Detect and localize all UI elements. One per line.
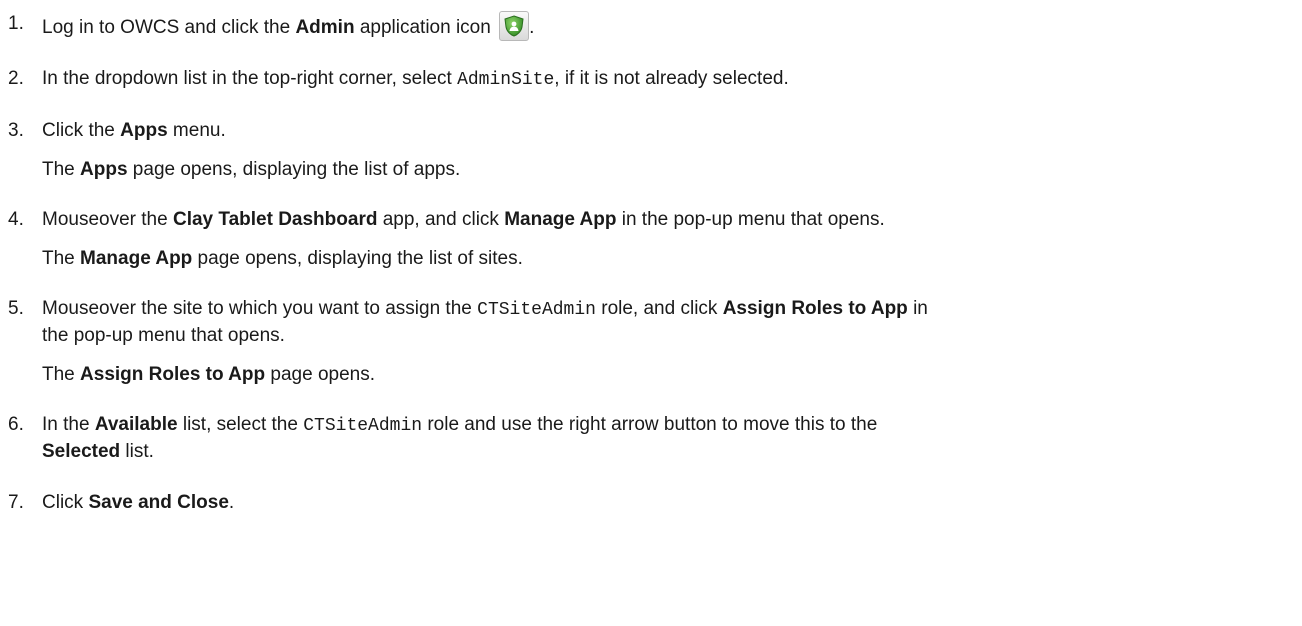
step-number: 4. [8,209,24,230]
text-segment: list, select the [177,414,304,435]
text-segment: . [228,492,235,513]
ui-term: Manage App [504,209,617,230]
text-segment: role and use the right arrow button to m… [422,414,878,435]
text-segment: in [907,298,928,319]
text-segment: page opens. [265,364,375,385]
ui-term: Selected [42,441,121,462]
text-segment: menu. [167,120,226,141]
admin-application-icon [499,11,530,41]
code-term: CTSiteAdmin [477,300,596,320]
code-term: CTSiteAdmin [303,416,423,436]
step-text: Click Save and Close. [42,490,1302,516]
step-text: Mouseover the Clay Tablet Dashboard app,… [42,207,1302,233]
text-segment: The [42,159,81,180]
step-text: Mouseover the site to which you want to … [42,296,1302,323]
text-segment: Mouseover the [42,209,173,230]
ui-term: Available [94,414,178,435]
ui-term: Clay Tablet Dashboard [172,209,378,230]
step-text: Log in to OWCS and click the Admin appli… [42,11,1302,41]
step-3: 3. Click the Apps menu. The Apps page op… [0,118,1302,183]
text-segment: application icon [354,17,497,38]
text-segment: Mouseover the site to which you want to … [42,298,478,319]
step-4: 4. Mouseover the Clay Tablet Dashboard a… [0,207,1302,272]
text-segment: list. [120,441,154,462]
step-text: In the Available list, select the CTSite… [42,412,1302,439]
ui-term: Assign Roles to App [722,298,908,319]
step-text: Click the Apps menu. [42,118,1302,144]
step-number: 2. [8,68,24,89]
step-5: 5. Mouseover the site to which you want … [0,296,1302,388]
text-segment: Log in to OWCS and click the [42,17,296,38]
text-segment: . [529,17,535,38]
text-segment: role, and click [595,298,723,319]
text-segment: in the pop-up menu that opens. [616,209,885,230]
code-term: AdminSite [457,70,555,90]
step-result: The Apps page opens, displaying the list… [42,157,1302,183]
step-number: 6. [8,414,24,435]
step-number: 7. [8,492,24,513]
text-segment: app, and click [377,209,505,230]
step-number: 1. [8,13,24,34]
ui-term: Save and Close [88,492,229,513]
step-number: 3. [8,120,24,141]
ui-term: Admin [295,17,355,38]
ui-term: Apps [80,159,128,180]
step-text-continued: the pop-up menu that opens. [42,325,285,346]
step-6: 6. In the Available list, select the CTS… [0,412,1302,465]
step-text: In the dropdown list in the top-right co… [42,66,1302,93]
text-segment: In the dropdown list in the top-right co… [42,68,458,89]
text-segment: , if it is not already selected. [554,68,789,89]
text-segment: Click the [42,120,121,141]
step-number: 5. [8,298,24,319]
step-result: The Manage App page opens, displaying th… [42,246,1302,272]
ui-term: Apps [120,120,168,141]
step-result: The Assign Roles to App page opens. [42,362,1302,388]
text-segment: The [42,364,81,385]
step-text-continued: Selected list. [42,439,1302,465]
text-segment: Click [42,492,89,513]
ui-term: Assign Roles to App [80,364,266,385]
shield-icon [504,15,524,37]
instruction-steps: 1. Log in to OWCS and click the Admin ap… [0,0,1302,516]
step-7: 7. Click Save and Close. [0,490,1302,516]
text-segment: page opens, displaying the list of apps. [127,159,461,180]
step-1: 1. Log in to OWCS and click the Admin ap… [0,11,1302,41]
text-segment: The [42,248,81,269]
text-segment: In the [42,414,95,435]
step-2: 2. In the dropdown list in the top-right… [0,66,1302,93]
ui-term: Manage App [80,248,193,269]
text-segment: page opens, displaying the list of sites… [192,248,523,269]
